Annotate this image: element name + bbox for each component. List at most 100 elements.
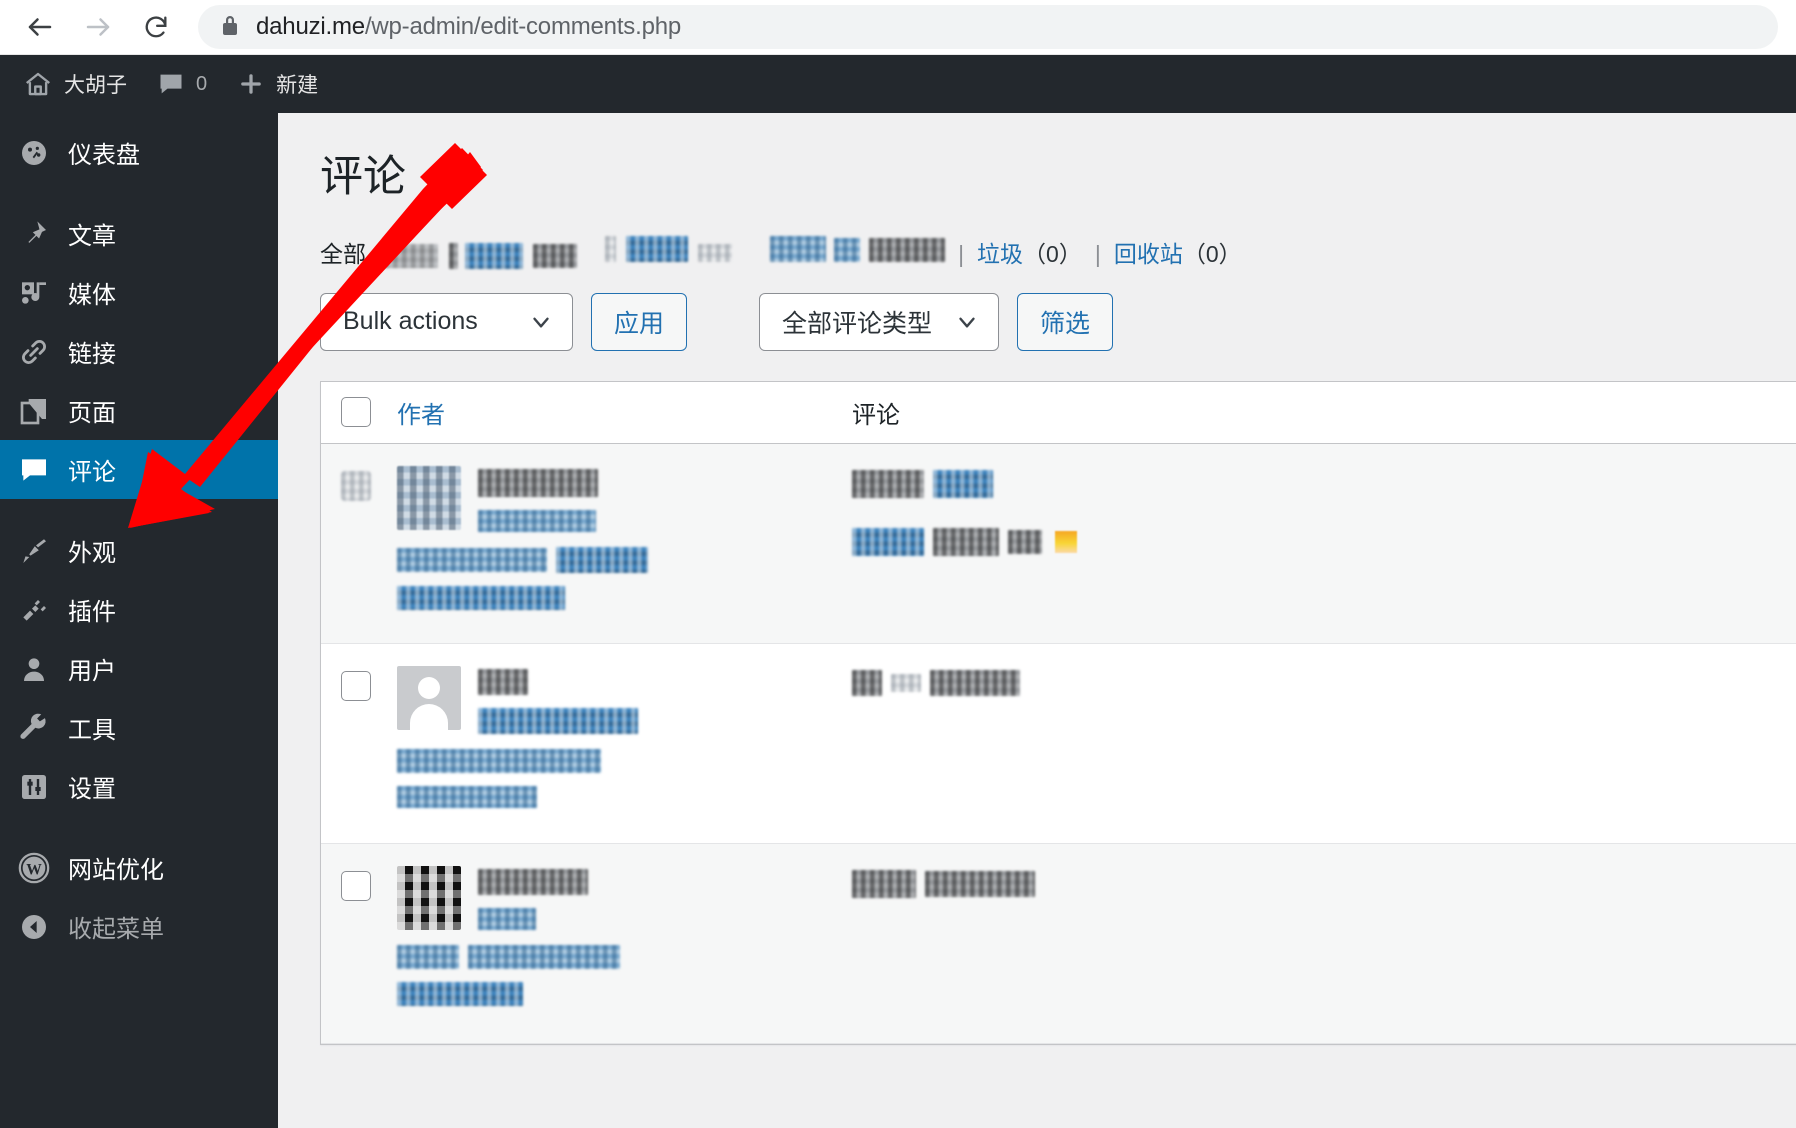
- row-checkbox-cell[interactable]: [341, 866, 397, 1021]
- filter-link-redacted-3[interactable]: [732, 235, 946, 262]
- adminbar-site-label: 大胡子: [64, 74, 127, 97]
- author-cell: [397, 465, 852, 621]
- comment-type-select[interactable]: 全部评论类型: [759, 292, 1000, 351]
- filter-trash-label[interactable]: 垃圾: [977, 235, 1023, 269]
- forward-button[interactable]: [76, 5, 120, 49]
- adminbar-comments[interactable]: 0: [144, 55, 220, 113]
- lock-icon: [220, 13, 240, 42]
- author-email-redacted: [478, 509, 596, 532]
- filter-bin-label[interactable]: 回收站: [1114, 235, 1183, 269]
- filter-all-label: 全部: [320, 240, 366, 267]
- sidebar-label: 插件: [68, 599, 116, 626]
- adminbar-new-content[interactable]: 新建: [224, 55, 331, 113]
- comment-text-redacted: [852, 527, 924, 556]
- table-row[interactable]: [321, 443, 1796, 644]
- sidebar-divider: [0, 499, 278, 521]
- collapse-arrow-icon: [14, 911, 54, 943]
- sidebar-item-site-optimization[interactable]: W 网站优化: [0, 838, 278, 897]
- author-cell: [397, 665, 852, 821]
- author-name-redacted: [478, 468, 598, 497]
- comment-date-redacted: [933, 469, 993, 498]
- sidebar-item-users[interactable]: 用户: [0, 639, 278, 698]
- filter-link-redacted-2[interactable]: [577, 235, 733, 262]
- select-all-checkbox-cell[interactable]: [341, 397, 397, 428]
- address-bar-url: dahuzi.me/wp-admin/edit-comments.php: [256, 13, 681, 41]
- media-icon: [14, 277, 54, 309]
- row-checkbox-cell[interactable]: [341, 466, 397, 621]
- filter-separator: |: [958, 240, 965, 267]
- sidebar-item-media[interactable]: 媒体: [0, 263, 278, 322]
- filter-link-all[interactable]: 全部 (: [320, 235, 578, 269]
- browser-toolbar: dahuzi.me/wp-admin/edit-comments.php: [0, 0, 1796, 55]
- url-host: dahuzi.me: [256, 13, 365, 40]
- sidebar-item-links[interactable]: 链接: [0, 322, 278, 381]
- row-checkbox[interactable]: [341, 470, 371, 501]
- filter-link-trash[interactable]: 垃圾 （0）: [977, 235, 1082, 269]
- sidebar-label: 用户: [68, 658, 116, 685]
- bulk-actions-select[interactable]: Bulk actions: [320, 292, 573, 351]
- table-row[interactable]: [321, 843, 1796, 1044]
- avatar: [397, 665, 461, 730]
- sidebar-item-dashboard[interactable]: 仪表盘: [0, 123, 278, 182]
- select-all-checkbox[interactable]: [341, 397, 371, 428]
- link-chain-icon: [14, 336, 54, 368]
- plus-icon: [237, 70, 265, 98]
- chevron-down-icon: [528, 309, 554, 335]
- dashboard-gauge-icon: [14, 137, 54, 169]
- sidebar-label: 网站优化: [68, 857, 164, 884]
- plug-icon: [14, 594, 54, 626]
- apply-button[interactable]: 应用: [591, 292, 688, 351]
- row-checkbox-cell[interactable]: [341, 666, 397, 821]
- row-checkbox[interactable]: [341, 870, 371, 901]
- sidebar-item-appearance[interactable]: 外观: [0, 521, 278, 580]
- paintbrush-icon: [14, 535, 54, 567]
- comment-text-redacted: [852, 869, 916, 898]
- sliders-icon: [14, 771, 54, 803]
- sidebar-item-collapse-menu[interactable]: 收起菜单: [0, 897, 278, 956]
- author-email-redacted: [478, 707, 638, 734]
- page-title: 评论: [320, 153, 406, 201]
- comment-type-label: 全部评论类型: [782, 309, 933, 338]
- filter-label: 筛选: [1040, 309, 1091, 338]
- sidebar-divider: [0, 816, 278, 838]
- apply-label: 应用: [614, 309, 665, 338]
- back-button[interactable]: [18, 5, 62, 49]
- table-header-row: 作者 评论: [321, 382, 1796, 444]
- author-url-redacted: [397, 944, 459, 969]
- comment-text-redacted: [852, 669, 882, 696]
- row-checkbox[interactable]: [341, 670, 371, 701]
- filter-bin-count: （0）: [1182, 240, 1242, 267]
- column-header-comment: 评论: [852, 401, 900, 429]
- adminbar-new-label: 新建: [276, 74, 319, 97]
- comment-text-redacted-2: [891, 673, 921, 692]
- filter-link-bin[interactable]: 回收站 （0）: [1114, 235, 1242, 269]
- author-ip-redacted: [397, 785, 537, 808]
- address-bar[interactable]: dahuzi.me/wp-admin/edit-comments.php: [198, 5, 1778, 49]
- author-name-redacted: [478, 868, 588, 895]
- comments-table: 作者 评论: [320, 380, 1796, 1045]
- author-ip-redacted: [397, 585, 565, 610]
- sidebar-item-posts[interactable]: 文章: [0, 204, 278, 263]
- comment-text-redacted-3: [930, 669, 1020, 696]
- sidebar-item-tools[interactable]: 工具: [0, 698, 278, 757]
- sidebar-label: 外观: [68, 540, 116, 567]
- comments-page: 评论 全部 ( | 垃圾 （0） | 回收站 （0） Bulk actions …: [278, 113, 1796, 1128]
- comment-text-redacted-2: [933, 527, 999, 556]
- filter-trash-count: （0）: [1023, 240, 1082, 267]
- sidebar-label: 仪表盘: [68, 142, 140, 169]
- admin-body: 仪表盘 文章 媒体 链接 页面 评论 外观 插件 用户 工具 设置 W 网站优化…: [0, 113, 1796, 1128]
- sidebar-label: 页面: [68, 400, 116, 427]
- sidebar-item-comments[interactable]: 评论: [0, 440, 278, 499]
- column-header-author[interactable]: 作者: [397, 395, 852, 430]
- table-row[interactable]: [321, 644, 1796, 844]
- filter-button[interactable]: 筛选: [1017, 292, 1114, 351]
- svg-text:W: W: [26, 861, 42, 878]
- sidebar-item-settings[interactable]: 设置: [0, 757, 278, 816]
- sidebar-item-pages[interactable]: 页面: [0, 381, 278, 440]
- sidebar-item-plugins[interactable]: 插件: [0, 580, 278, 639]
- comment-text-redacted-3: [1008, 529, 1042, 554]
- adminbar-site-name[interactable]: 大胡子: [10, 55, 140, 113]
- author-url-redacted-2: [468, 944, 620, 969]
- bulk-actions-label: Bulk actions: [343, 307, 478, 336]
- reload-button[interactable]: [134, 5, 178, 49]
